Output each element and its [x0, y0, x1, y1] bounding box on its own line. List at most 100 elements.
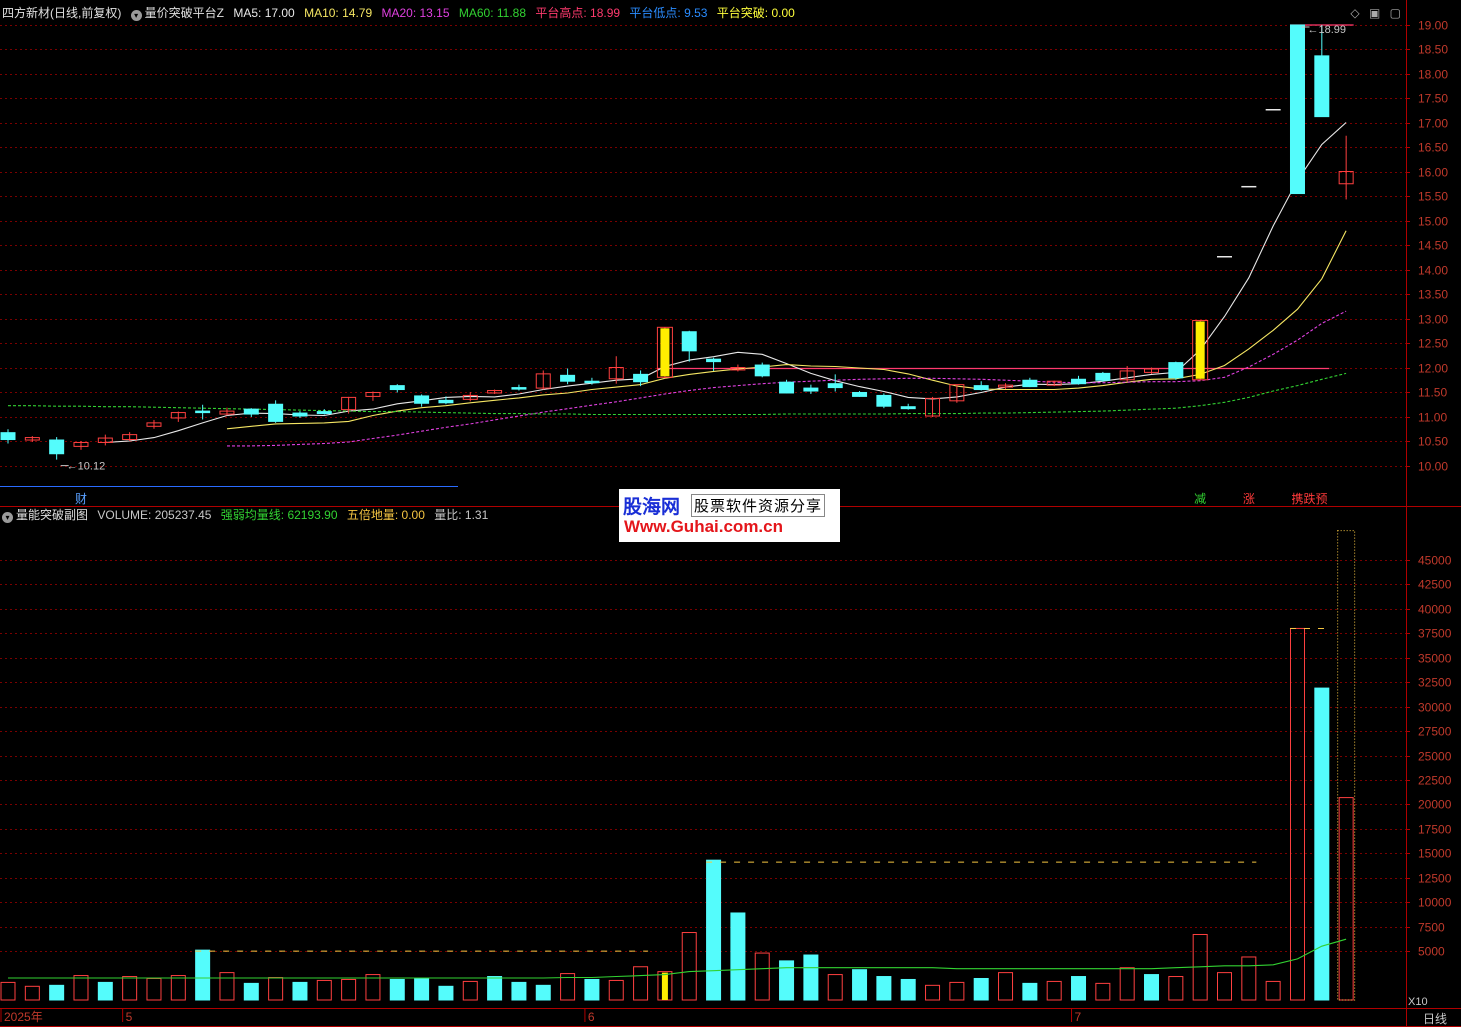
candle-down: [803, 387, 819, 392]
ma20-value: MA20: 13.15: [381, 6, 450, 20]
volume-bar-down: [1071, 976, 1087, 1001]
time-axis-label: 2025年: [4, 1010, 43, 1024]
price-tick-label: 17.50: [1418, 92, 1448, 106]
status-tag: 减: [1194, 492, 1206, 506]
volume-tick-label: 12500: [1418, 872, 1452, 886]
price-tick-label: 13.00: [1418, 313, 1448, 327]
price-tick-label: 12.00: [1418, 362, 1448, 376]
volume-tick-label: 20000: [1418, 798, 1452, 812]
volume-bar-down: [389, 978, 405, 1001]
candle-down: [511, 387, 527, 390]
volume-bar-down: [292, 981, 308, 1001]
volume-tick-label: 7500: [1418, 921, 1445, 935]
window-controls: ◇ ▣ ▢: [1344, 6, 1401, 20]
volume-value: VOLUME: 205237.45: [97, 508, 212, 522]
volume-tick-label: 40000: [1418, 603, 1452, 617]
volume-tick-label: 45000: [1418, 554, 1452, 568]
diamond-icon[interactable]: ◇: [1350, 6, 1359, 20]
candle-down: [973, 385, 989, 391]
time-axis-label: 5: [126, 1010, 133, 1024]
volume-bar-down: [1022, 982, 1038, 1001]
status-tag: 涨: [1243, 491, 1255, 506]
stock-name[interactable]: 四方新材(日线,前复权): [2, 6, 121, 20]
volume-bar-down: [1314, 687, 1330, 1001]
price-tick-label: 12.50: [1418, 337, 1448, 351]
volume-tick-label: 17500: [1418, 823, 1452, 837]
volume-tick-label: 27500: [1418, 725, 1452, 739]
price-tick-label: 15.00: [1418, 215, 1448, 229]
ma10-value: MA10: 14.79: [304, 6, 373, 20]
price-tick-label: 16.00: [1418, 166, 1448, 180]
candle-down: [852, 391, 868, 397]
candle-down: [292, 412, 308, 417]
volume-bar-down: [49, 984, 65, 1001]
window-icon[interactable]: ▣: [1369, 6, 1380, 20]
watermark-slogan: 股票软件资源分享: [691, 494, 826, 517]
time-axis-label: 7: [1075, 1010, 1082, 1024]
volume-bar-down: [876, 976, 892, 1001]
volume-bar-down: [414, 977, 430, 1001]
five-fold-volume-value: 五倍地量: 0.00: [346, 508, 425, 522]
volume-bar-down: [730, 912, 746, 1001]
avg-volume-value: 强弱均量线: 62193.90: [220, 508, 338, 522]
sub-indicator-menu-icon[interactable]: ▾: [2, 512, 13, 523]
indicator-menu-icon[interactable]: ▾: [130, 10, 142, 21]
price-tick-label: 17.00: [1418, 117, 1448, 131]
candle-down: [900, 406, 916, 410]
candle-down: [1314, 55, 1330, 118]
candle-down: [633, 373, 649, 383]
volume-bar-down: [195, 949, 211, 1001]
candle-down: [584, 380, 600, 384]
volume-tick-label: 5000: [1418, 945, 1445, 959]
time-axis-label: 6: [588, 1010, 595, 1024]
candle-down: [438, 399, 454, 404]
candle-down: [0, 432, 16, 441]
watermark-banner: 股海网 股票软件资源分享 Www.Guhai.com.cn: [619, 489, 840, 542]
period-label[interactable]: 日线: [1423, 1010, 1447, 1027]
breakout-candle-fill: [660, 328, 670, 377]
watermark-url: Www.Guhai.com.cn: [624, 517, 783, 536]
price-tick-label: 10.00: [1418, 460, 1448, 474]
candle-down: [414, 395, 430, 404]
volume-bar-breakout-fill: [661, 972, 668, 1000]
volume-tick-label: 15000: [1418, 847, 1452, 861]
price-tick-label: 19.00: [1418, 19, 1448, 33]
volume-bar-down: [487, 976, 503, 1001]
candle-down: [1071, 378, 1087, 385]
volume-bar-down: [535, 984, 551, 1001]
watermark-brand: 股海网: [623, 497, 681, 518]
price-tick-label: 18.50: [1418, 43, 1448, 57]
volume-bar-down: [1144, 974, 1160, 1001]
candle-down: [681, 331, 697, 352]
candle-down: [268, 403, 284, 422]
ma60-value: MA60: 11.88: [458, 6, 527, 20]
candle-down: [389, 385, 405, 391]
candle-down: [779, 381, 795, 394]
volume-bar-down: [511, 981, 527, 1001]
volume-bar-down: [97, 981, 113, 1001]
volume-tick-label: 37500: [1418, 627, 1452, 641]
price-annotation: ←10.12: [67, 461, 106, 473]
volume-tick-label: 32500: [1418, 676, 1452, 690]
maximize-icon[interactable]: ▢: [1390, 6, 1401, 20]
volume-ratio-value: 量比: 1.31: [434, 508, 489, 522]
volume-tick-label: 35000: [1418, 652, 1452, 666]
platform-high-value: 平台高点: 18.99: [535, 6, 621, 20]
candle-down: [243, 408, 259, 415]
price-tick-label: 13.50: [1418, 288, 1448, 302]
sub-indicator-name[interactable]: 量能突破副图: [16, 508, 88, 522]
price-tick-label: 10.50: [1418, 435, 1448, 449]
platform-low-value: 平台低点: 9.53: [629, 6, 708, 20]
status-tag: 携跌预: [1291, 491, 1327, 506]
candle-down: [754, 364, 770, 377]
price-tick-label: 11.00: [1418, 411, 1447, 425]
platform-breakout-value: 平台突破: 0.00: [716, 6, 795, 20]
candle-down: [1289, 24, 1305, 195]
volume-tick-label: 30000: [1418, 701, 1452, 715]
candle-down: [560, 374, 576, 382]
sub-chart-header: ▾ 量能突破副图 VOLUME: 205237.45 强弱均量线: 62193.9…: [2, 507, 494, 523]
volume-bar-down: [438, 985, 454, 1001]
candle-down: [1095, 372, 1111, 381]
indicator-name[interactable]: 量价突破平台Z: [145, 6, 224, 20]
status-tag: 财: [75, 492, 87, 506]
